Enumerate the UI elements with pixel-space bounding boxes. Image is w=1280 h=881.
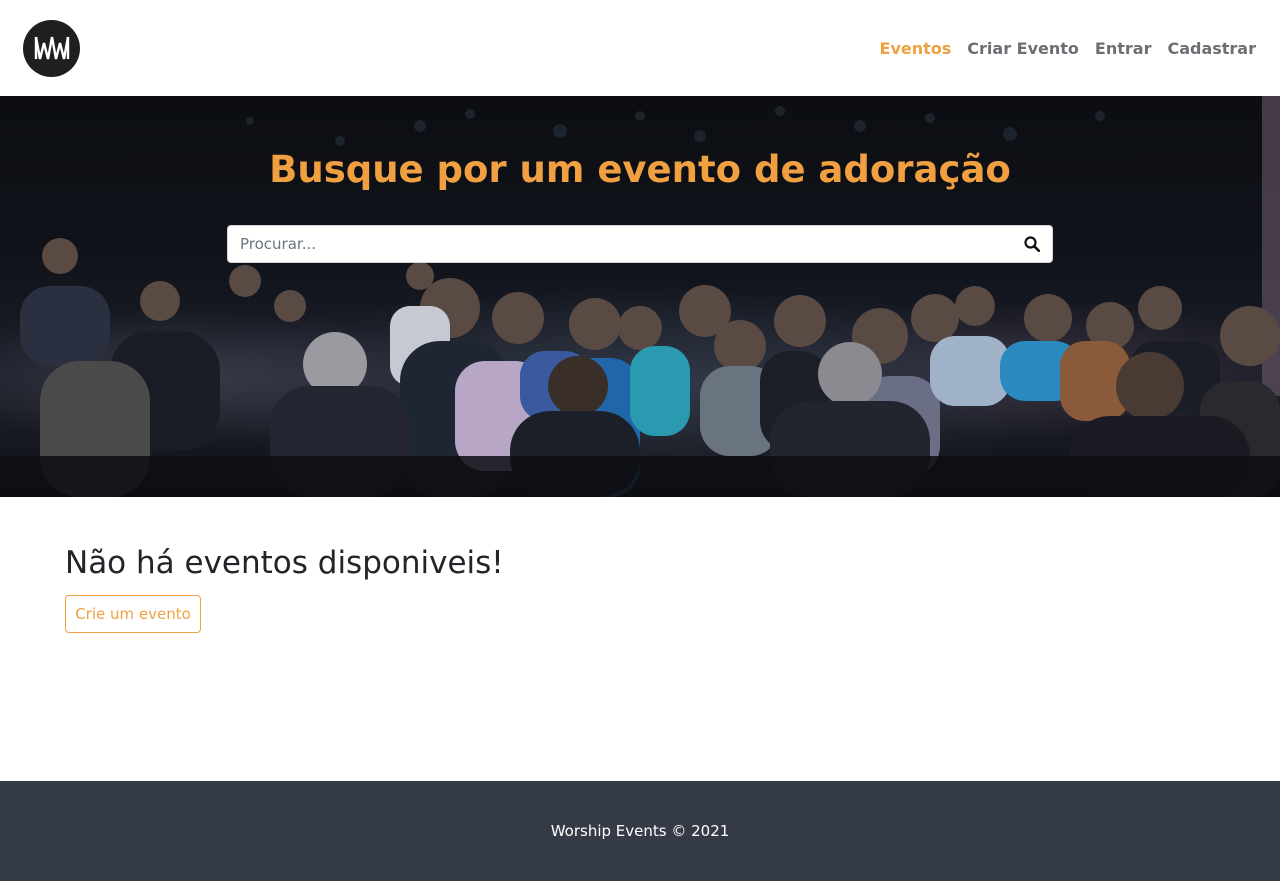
nav-item-entrar[interactable]: Entrar <box>1087 39 1160 58</box>
search-box <box>227 225 1053 263</box>
hero-banner: Busque por um evento de adoração <box>0 96 1280 497</box>
search-icon <box>1024 236 1040 252</box>
nav-item-eventos[interactable]: Eventos <box>872 39 960 58</box>
worship-events-logo-icon <box>34 36 69 60</box>
create-event-button[interactable]: Crie um evento <box>65 595 201 633</box>
footer-copyright: Worship Events © 2021 <box>550 822 730 840</box>
empty-events-message: Não há eventos disponiveis! <box>65 545 504 581</box>
brand-logo[interactable] <box>23 19 80 77</box>
nav-item-cadastrar[interactable]: Cadastrar <box>1159 39 1256 58</box>
nav-item-criar-evento[interactable]: Criar Evento <box>959 39 1087 58</box>
search-button[interactable] <box>1012 226 1052 262</box>
nav-links: Eventos Criar Evento Entrar Cadastrar <box>872 39 1256 58</box>
page-footer: Worship Events © 2021 <box>0 781 1280 881</box>
hero-title: Busque por um evento de adoração <box>269 148 1011 191</box>
search-input[interactable] <box>228 226 1012 262</box>
top-navbar: Eventos Criar Evento Entrar Cadastrar <box>0 0 1280 96</box>
